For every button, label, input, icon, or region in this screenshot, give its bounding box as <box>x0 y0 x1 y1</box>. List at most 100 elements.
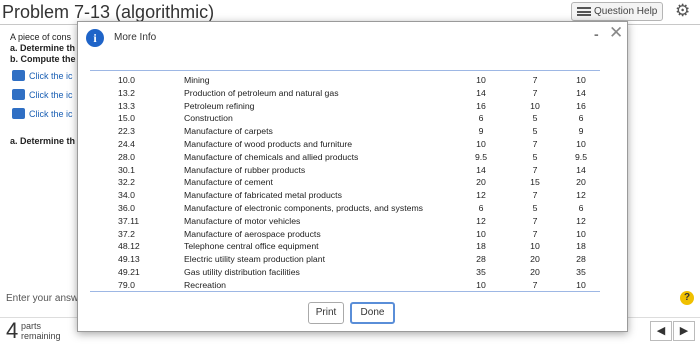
value-cell: 6 <box>478 202 484 213</box>
value-cell: 18 <box>476 241 486 252</box>
value-cell: 5 <box>532 113 538 124</box>
industry-cell: Manufacture of carpets <box>184 126 273 137</box>
parts-remaining-label: parts remaining <box>21 321 61 341</box>
value-cell: 35 <box>476 266 486 277</box>
enter-answer-text: Enter your answ <box>6 293 79 304</box>
data-link-label: Click the ic <box>29 89 73 100</box>
value-cell: 9 <box>578 126 584 137</box>
value-cell: 5 <box>532 151 538 162</box>
asset-class-cell: 79.0 <box>118 279 135 290</box>
asset-class-cell: 37.2 <box>118 228 135 239</box>
asset-class-cell: 15.0 <box>118 113 135 124</box>
value-cell: 14 <box>476 164 486 175</box>
asset-class-cell: 28.0 <box>118 151 135 162</box>
industry-cell: Manufacture of electronic components, pr… <box>184 202 424 213</box>
industry-cell: Manufacture of rubber products <box>184 164 306 175</box>
asset-class-cell: 32.2 <box>118 177 135 188</box>
value-cell: 9 <box>478 126 484 137</box>
value-cell: 9.5 <box>574 151 588 162</box>
industry-cell: Production of petroleum and natural gas <box>184 87 339 98</box>
value-cell: 20 <box>476 177 486 188</box>
value-cell: 10 <box>530 100 540 111</box>
value-cell: 20 <box>530 266 540 277</box>
question-line: a. Determine th <box>10 43 76 53</box>
value-cell: 15 <box>530 177 540 188</box>
question-help-label: Question Help <box>594 6 658 17</box>
industry-cell: Mining <box>184 75 210 85</box>
remaining-label: remaining <box>21 331 61 341</box>
asset-class-cell: 10.0 <box>118 75 135 85</box>
value-cell: 7 <box>532 164 538 175</box>
question-text: A piece of cons a. Determine th b. Compu… <box>10 32 76 65</box>
value-cell: 20 <box>576 177 586 188</box>
asset-class-cell: 49.13 <box>118 254 140 265</box>
minimize-button[interactable]: - <box>594 26 599 42</box>
industry-cell: Manufacture of cement <box>184 177 273 188</box>
asset-class-cell: 37.11 <box>118 215 140 226</box>
industry-cell: Petroleum refining <box>184 100 255 111</box>
parts-remaining-count: 4 <box>6 318 19 343</box>
asset-class-cell: 13.3 <box>118 100 135 111</box>
value-cell: 10 <box>576 279 586 290</box>
value-cell: 10 <box>476 228 486 239</box>
question-line: A piece of cons <box>10 32 72 42</box>
page: Problem 7-13 (algorithmic) Question Help… <box>0 0 700 352</box>
value-cell: 35 <box>576 266 586 277</box>
industry-cell: Telephone central office equipment <box>184 241 319 252</box>
value-cell: 7 <box>532 215 538 226</box>
asset-class-cell: 36.0 <box>118 202 135 213</box>
help-icon[interactable]: ? <box>680 291 694 305</box>
info-icon: i <box>86 29 104 47</box>
document-icon <box>12 70 25 81</box>
value-cell: 16 <box>576 100 586 111</box>
list-icon <box>577 7 591 16</box>
value-cell: 5 <box>532 126 538 137</box>
value-cell: 7 <box>532 279 538 290</box>
prev-button[interactable]: ◀ <box>650 321 672 341</box>
data-link[interactable]: Click the ic <box>12 108 73 119</box>
value-cell: 12 <box>476 215 486 226</box>
asset-class-cell: 22.3 <box>118 126 135 137</box>
print-button[interactable]: Print <box>308 302 344 324</box>
value-cell: 14 <box>476 87 486 98</box>
more-info-dialog: i More Info - ✕ 10.0 Mining 10 7 10 13.2 Produ… <box>77 21 628 332</box>
data-link[interactable]: Click the ic <box>12 89 73 100</box>
next-button[interactable]: ▶ <box>673 321 695 341</box>
question-line: b. Compute the <box>10 54 76 64</box>
industry-cell: Construction <box>184 113 233 124</box>
dialog-header: i More Info - ✕ <box>78 22 627 56</box>
industry-cell: Manufacture of wood products and furnitu… <box>184 138 353 149</box>
document-icon <box>12 108 25 119</box>
question-help-button[interactable]: Question Help <box>571 2 663 21</box>
gear-icon[interactable]: ⚙ <box>675 1 690 21</box>
value-cell: 28 <box>576 254 586 265</box>
value-cell: 10 <box>530 241 540 252</box>
parts-label: parts <box>21 321 42 331</box>
value-cell: 12 <box>476 190 486 201</box>
value-cell: 10 <box>576 75 586 85</box>
close-icon[interactable]: ✕ <box>609 23 623 43</box>
value-cell: 14 <box>576 87 586 98</box>
industry-cell: Manufacture of aerospace products <box>184 228 321 239</box>
asset-class-cell: 48.12 <box>118 241 140 252</box>
industry-cell: Recreation <box>184 279 227 290</box>
table-bottom-rule <box>90 291 600 292</box>
document-icon <box>12 89 25 100</box>
done-button[interactable]: Done <box>350 302 395 324</box>
value-cell: 12 <box>576 215 586 226</box>
value-cell: 10 <box>476 279 486 290</box>
value-cell: 6 <box>478 113 484 124</box>
value-cell: 20 <box>530 254 540 265</box>
value-cell: 10 <box>576 138 586 149</box>
value-cell: 28 <box>476 254 486 265</box>
industry-cell: Manufacture of fabricated metal products <box>184 190 342 201</box>
data-link[interactable]: Click the ic <box>12 70 73 81</box>
value-cell: 16 <box>476 100 486 111</box>
industry-cell: Manufacture of chemicals and allied prod… <box>184 151 359 162</box>
value-cell: 10 <box>476 75 486 85</box>
industry-cell: Electric utility steam production plant <box>184 254 325 265</box>
asset-class-cell: 13.2 <box>118 87 135 98</box>
value-cell: 7 <box>532 228 538 239</box>
value-cell: 10 <box>476 138 486 149</box>
value-cell: 6 <box>578 113 584 124</box>
